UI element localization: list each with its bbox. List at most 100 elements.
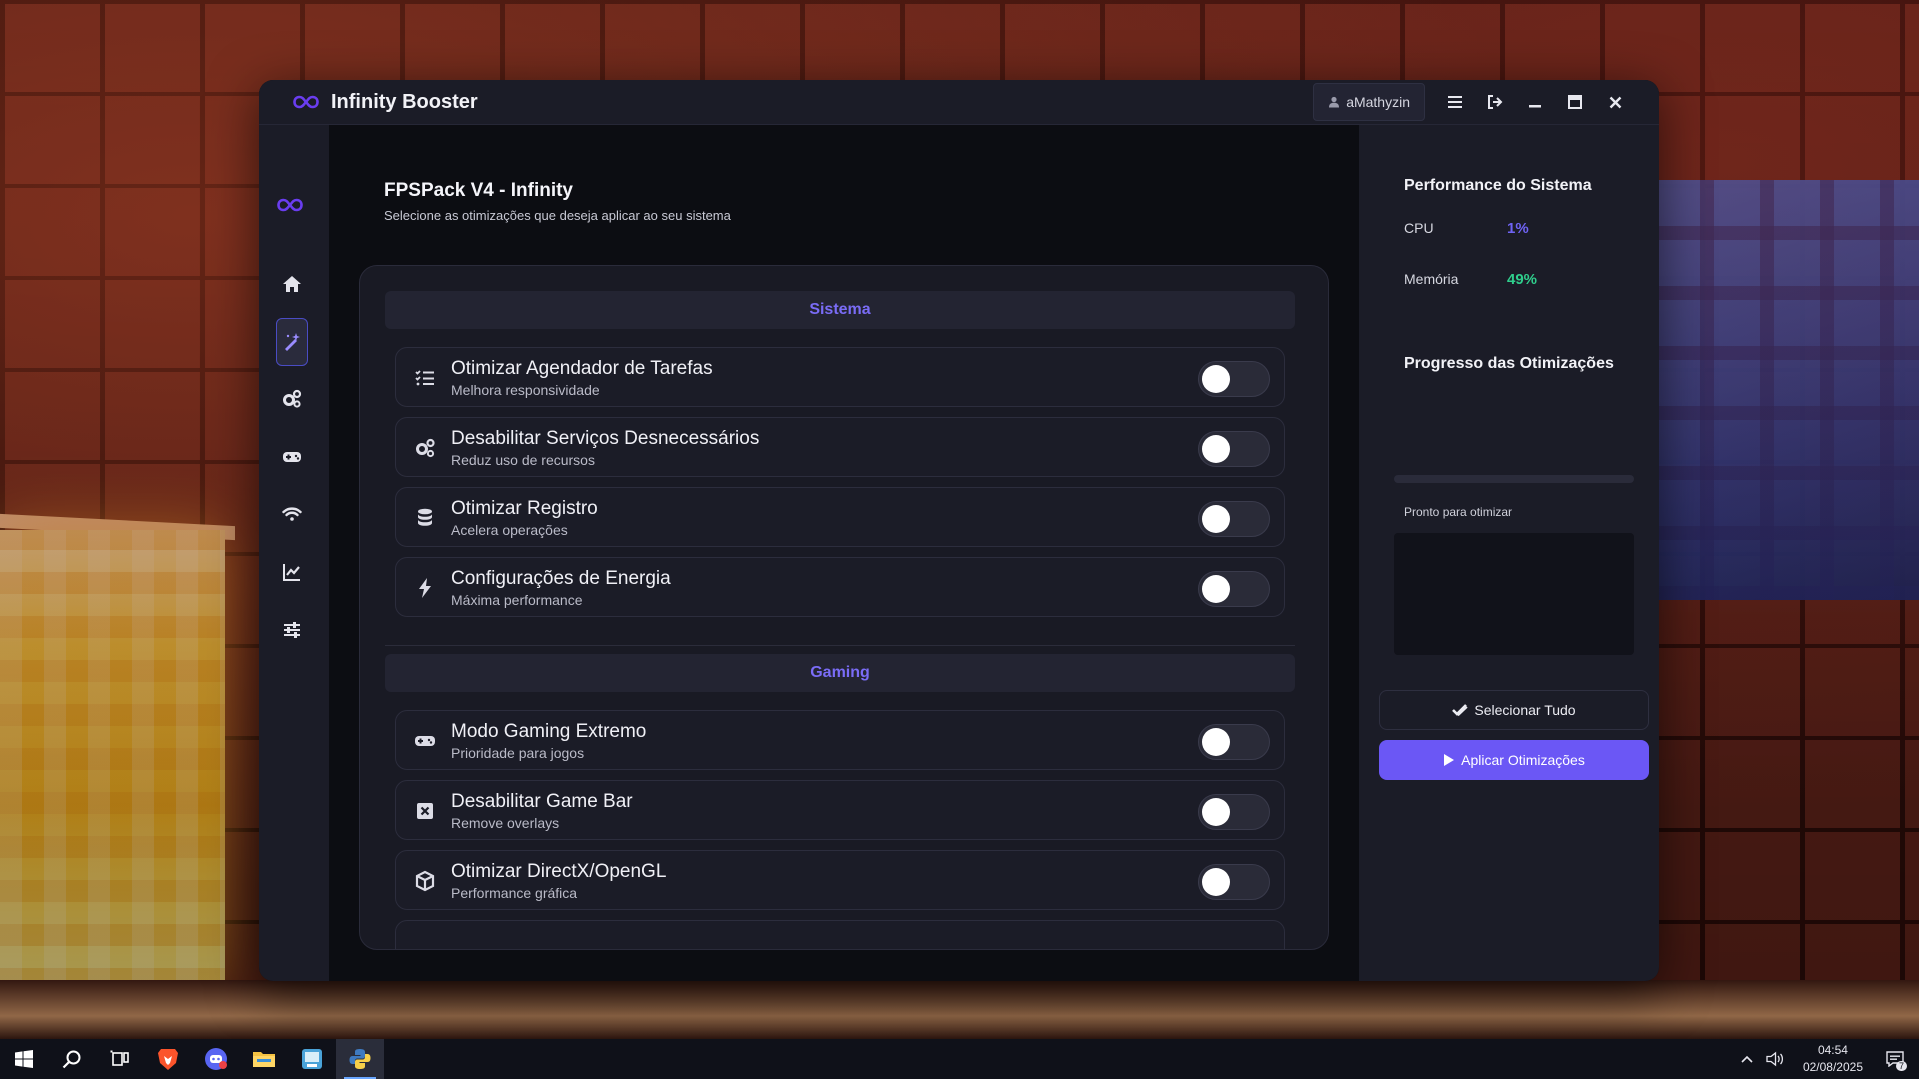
sidebar-infinity-logo-icon xyxy=(277,198,303,212)
toggle-knob xyxy=(1202,868,1230,896)
optimization-progress-bar xyxy=(1394,475,1634,483)
notification-count-badge: 7 xyxy=(1895,1061,1907,1071)
taskbar-brave-browser[interactable] xyxy=(144,1039,192,1079)
toggle-knob xyxy=(1202,798,1230,826)
option-toggle[interactable] xyxy=(1198,794,1270,830)
option-desabilitar-servicos[interactable]: Desabilitar Serviços Desnecessários Redu… xyxy=(395,417,1285,477)
cogs-icon xyxy=(416,438,435,458)
taskbar-clock[interactable]: 04:54 02/08/2025 xyxy=(1803,1042,1863,1076)
option-toggle[interactable] xyxy=(1198,431,1270,467)
option-title: Otimizar Registro xyxy=(451,498,598,519)
sliders-icon xyxy=(284,622,300,638)
sidebar-item-gaming[interactable] xyxy=(276,433,308,481)
play-icon xyxy=(1444,754,1455,766)
select-all-button[interactable]: Selecionar Tudo xyxy=(1379,690,1649,730)
app-window: Infinity Booster aMathyzin FPSPack V4 - … xyxy=(259,80,1659,981)
sidebar xyxy=(259,125,329,981)
notification-center-button[interactable]: 7 xyxy=(1881,1039,1909,1079)
close-button[interactable] xyxy=(1595,82,1635,122)
task-view-button[interactable] xyxy=(96,1039,144,1079)
home-icon xyxy=(283,276,301,292)
task-view-icon xyxy=(110,1050,129,1066)
gamepad-icon xyxy=(283,452,301,462)
option-toggle[interactable] xyxy=(1198,571,1270,607)
sidebar-item-settings[interactable] xyxy=(276,606,308,654)
option-configuracoes-energia[interactable]: Configurações de Energia Máxima performa… xyxy=(395,557,1285,617)
option-description: Prioridade para jogos xyxy=(451,745,585,761)
sidebar-item-stats[interactable] xyxy=(276,548,308,596)
option-title: Modo Gaming Extremo xyxy=(451,721,647,742)
list-check-icon xyxy=(415,370,434,386)
logout-button[interactable] xyxy=(1475,82,1515,122)
apply-label: Aplicar Otimizações xyxy=(1461,752,1585,768)
square-x-icon xyxy=(417,803,433,819)
clock-date: 02/08/2025 xyxy=(1802,1060,1863,1074)
option-toggle[interactable] xyxy=(1198,361,1270,397)
chevron-up-icon xyxy=(1741,1055,1753,1063)
title-bar[interactable]: Infinity Booster aMathyzin xyxy=(259,80,1659,125)
option-description: Máxima performance xyxy=(451,592,583,608)
log-output-box xyxy=(1394,533,1634,655)
folder-icon xyxy=(253,1052,275,1067)
progress-title: Progresso das Otimizações xyxy=(1404,355,1614,372)
sidebar-item-network[interactable] xyxy=(276,490,308,538)
search-icon xyxy=(62,1050,81,1069)
menu-button[interactable] xyxy=(1435,82,1475,122)
discord-icon xyxy=(205,1048,227,1070)
app-title: Infinity Booster xyxy=(331,90,478,113)
option-otimizar-agendador[interactable]: Otimizar Agendador de Tarefas Melhora re… xyxy=(395,347,1285,407)
clock-time: 04:54 xyxy=(1817,1043,1848,1057)
option-description: Remove overlays xyxy=(451,815,560,831)
close-icon xyxy=(1609,96,1621,108)
option-title: Desabilitar Game Bar xyxy=(451,791,633,812)
volume-button[interactable] xyxy=(1761,1039,1789,1079)
option-desabilitar-game-bar[interactable]: Desabilitar Game Bar Remove overlays xyxy=(395,780,1285,840)
taskbar-search-button[interactable] xyxy=(48,1039,96,1079)
sidebar-item-services[interactable] xyxy=(276,375,308,423)
minimize-button[interactable] xyxy=(1515,82,1555,122)
taskbar-app-shortcut[interactable] xyxy=(288,1039,336,1079)
taskbar-file-explorer[interactable] xyxy=(240,1039,288,1079)
toggle-knob xyxy=(1202,728,1230,756)
option-description: Acelera operações xyxy=(451,522,568,538)
option-title: Otimizar Agendador de Tarefas xyxy=(451,358,713,379)
show-hidden-icons-button[interactable] xyxy=(1733,1039,1761,1079)
user-icon xyxy=(1329,96,1340,108)
option-modo-gaming-extremo[interactable]: Modo Gaming Extremo Prioridade para jogo… xyxy=(395,710,1285,770)
optimizations-list: Sistema Otimizar Agendador de Tarefas Me… xyxy=(385,291,1295,949)
double-check-icon xyxy=(1452,704,1469,717)
windows-logo-icon xyxy=(15,1050,33,1068)
option-partial-next[interactable] xyxy=(395,920,1285,949)
apply-optimizations-button[interactable]: Aplicar Otimizações xyxy=(1379,740,1649,780)
cube-icon xyxy=(415,870,435,892)
option-toggle[interactable] xyxy=(1198,724,1270,760)
python-icon xyxy=(349,1049,371,1069)
database-icon xyxy=(418,508,432,526)
cpu-label: CPU xyxy=(1404,220,1434,236)
option-title: Configurações de Energia xyxy=(451,568,671,589)
option-description: Performance gráfica xyxy=(451,885,578,901)
option-otimizar-directx-opengl[interactable]: Otimizar DirectX/OpenGL Performance gráf… xyxy=(395,850,1285,910)
option-toggle[interactable] xyxy=(1198,864,1270,900)
toggle-knob xyxy=(1202,575,1230,603)
maximize-icon xyxy=(1568,95,1582,109)
sign-out-icon xyxy=(1488,95,1503,109)
brave-lion-icon xyxy=(158,1049,178,1070)
maximize-button[interactable] xyxy=(1555,82,1595,122)
speaker-icon xyxy=(1766,1051,1783,1067)
section-header-sistema: Sistema xyxy=(385,291,1295,329)
user-account-chip[interactable]: aMathyzin xyxy=(1313,83,1425,121)
app-shortcut-icon xyxy=(302,1049,322,1069)
option-otimizar-registro[interactable]: Otimizar Registro Acelera operações xyxy=(395,487,1285,547)
taskbar-python-app[interactable] xyxy=(336,1039,384,1079)
sidebar-item-home[interactable] xyxy=(276,260,308,308)
chart-line-icon xyxy=(283,564,300,581)
taskbar-discord[interactable] xyxy=(192,1039,240,1079)
select-all-label: Selecionar Tudo xyxy=(1474,702,1576,718)
sidebar-item-fpspack[interactable] xyxy=(276,318,308,366)
option-description: Melhora responsividade xyxy=(451,382,600,398)
performance-title: Performance do Sistema xyxy=(1404,177,1592,194)
option-toggle[interactable] xyxy=(1198,501,1270,537)
start-button[interactable] xyxy=(0,1039,48,1079)
option-title: Otimizar DirectX/OpenGL xyxy=(451,861,667,882)
